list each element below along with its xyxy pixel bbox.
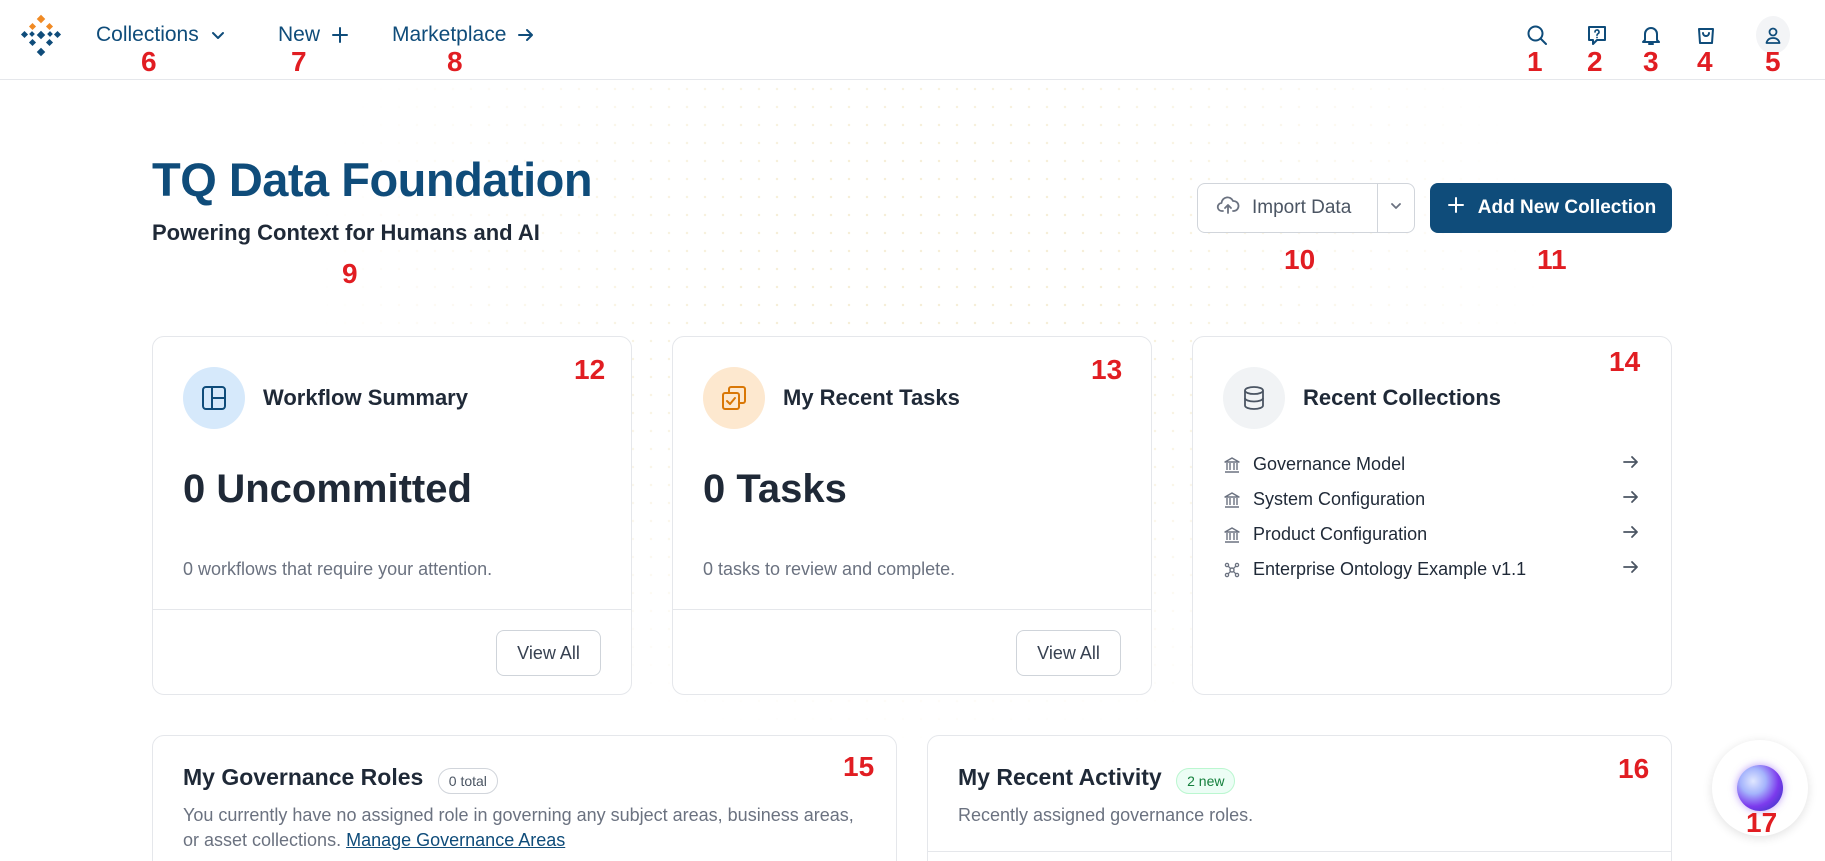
nav-marketplace-label: Marketplace: [392, 23, 507, 46]
activity-new-badge: 2 new: [1176, 767, 1236, 794]
workflow-summary-card: Workflow Summary 0 Uncommitted 0 workflo…: [152, 336, 632, 695]
add-new-collection-label: Add New Collection: [1477, 197, 1657, 218]
plus-icon: [1446, 195, 1466, 221]
arrow-right-icon: [1621, 522, 1641, 547]
app-logo-icon[interactable]: [20, 14, 66, 60]
governance-text-block: You currently have no assigned role in g…: [183, 803, 863, 853]
collection-item[interactable]: System Configuration: [1223, 482, 1641, 517]
layout-panel-icon: [183, 367, 245, 429]
top-navigation-bar: Collections New Marketplace: [0, 0, 1825, 80]
activity-description: Recently assigned governance roles.: [958, 805, 1254, 825]
governance-count-badge: 0 total: [437, 767, 498, 794]
collection-label: Enterprise Ontology Example v1.1: [1253, 559, 1527, 579]
task-copy-check-icon: [703, 367, 765, 429]
collection-label: Governance Model: [1253, 454, 1406, 474]
bell-icon[interactable]: [1634, 18, 1668, 52]
recent-activity-card: My Recent Activity 2 new Recently assign…: [927, 735, 1672, 861]
nav-new-label: New: [278, 23, 321, 46]
card-divider: [153, 609, 631, 610]
collection-item[interactable]: Enterprise Ontology Example v1.1: [1223, 552, 1641, 587]
governance-roles-card: My Governance Roles 0 total You currentl…: [152, 735, 897, 861]
bank-icon: [1223, 491, 1253, 509]
arrow-right-icon: [1621, 452, 1641, 477]
network-icon: [1223, 561, 1253, 579]
uncommitted-count: 0 Uncommitted: [183, 467, 472, 511]
page-title: TQ Data Foundation: [152, 153, 593, 206]
chevron-down-icon: [1388, 198, 1404, 219]
user-menu-button[interactable]: [1756, 16, 1790, 54]
import-options-dropdown[interactable]: [1377, 184, 1414, 232]
add-new-collection-button[interactable]: Add New Collection: [1430, 183, 1672, 233]
nav-marketplace[interactable]: Marketplace: [392, 20, 536, 50]
ai-orb-icon: [1737, 765, 1783, 811]
governance-roles-title: My Governance Roles: [183, 764, 424, 790]
collection-label: System Configuration: [1253, 489, 1426, 509]
recent-collections-card: Recent Collections Governance Model Syst…: [1192, 336, 1672, 695]
collection-item[interactable]: Product Configuration: [1223, 517, 1641, 552]
nav-new[interactable]: New: [278, 20, 350, 50]
governance-heading: My Governance Roles 0 total: [183, 764, 498, 794]
card-divider: [673, 609, 1151, 610]
import-data-label: Import Data: [1252, 197, 1352, 218]
arrow-right-icon: [1621, 557, 1641, 582]
bank-icon: [1223, 456, 1253, 474]
recent-activity-title: My Recent Activity: [958, 764, 1162, 790]
arrow-right-icon: [1621, 487, 1641, 512]
workflow-view-all-button[interactable]: View All: [496, 630, 601, 676]
cloud-upload-icon: [1216, 193, 1240, 223]
nav-collections[interactable]: Collections: [96, 20, 227, 50]
user-icon: [1756, 16, 1790, 54]
recent-collections-title: Recent Collections: [1303, 385, 1502, 410]
annotation-marker: 9: [342, 258, 358, 289]
recent-tasks-card: My Recent Tasks 0 Tasks 0 tasks to revie…: [672, 336, 1152, 695]
annotation-marker: 10: [1284, 244, 1316, 275]
database-icon: [1223, 367, 1285, 429]
arrow-right-icon: [516, 25, 536, 45]
cart-icon[interactable]: [1689, 18, 1723, 52]
manage-governance-areas-link[interactable]: Manage Governance Areas: [346, 830, 565, 850]
tasks-description: 0 tasks to review and complete.: [703, 559, 956, 579]
tasks-count: 0 Tasks: [703, 467, 847, 511]
help-icon[interactable]: [1580, 18, 1614, 52]
workflow-summary-title: Workflow Summary: [263, 385, 468, 410]
search-icon[interactable]: [1520, 18, 1554, 52]
recent-collections-list: Governance Model System Configuration Pr…: [1223, 447, 1641, 587]
collection-label: Product Configuration: [1253, 524, 1428, 544]
card-divider: [928, 851, 1671, 852]
activity-heading: My Recent Activity 2 new: [958, 764, 1236, 794]
ai-assistant-button[interactable]: [1712, 740, 1808, 836]
nav-collections-label: Collections: [96, 23, 199, 46]
import-data-button[interactable]: Import Data: [1198, 184, 1377, 232]
bank-icon: [1223, 526, 1253, 544]
page-subtitle: Powering Context for Humans and AI: [152, 220, 540, 245]
chevron-down-icon: [209, 26, 227, 44]
collection-item[interactable]: Governance Model: [1223, 447, 1641, 482]
recent-tasks-title: My Recent Tasks: [783, 385, 960, 410]
tasks-view-all-button[interactable]: View All: [1016, 630, 1121, 676]
import-data-split-button: Import Data: [1197, 183, 1415, 233]
workflow-description: 0 workflows that require your attention.: [183, 559, 493, 579]
annotation-marker: 11: [1537, 244, 1567, 275]
plus-icon: [330, 25, 350, 45]
